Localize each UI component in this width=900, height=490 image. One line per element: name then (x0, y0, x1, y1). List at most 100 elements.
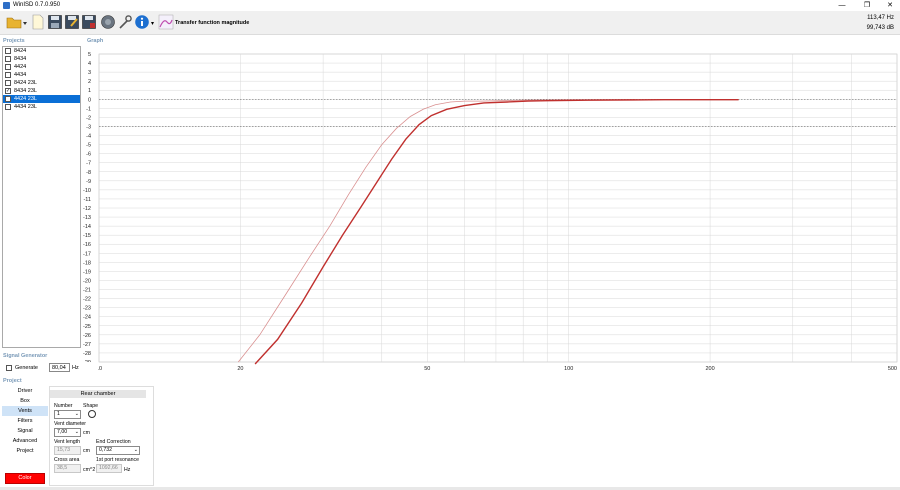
project-item-label: 4424 23L (14, 96, 37, 102)
graph-area[interactable]: 5 4 3 2 1 0 -1 -2 -3 -4 -5 -6 -7 -8 -9 -10 -11 -12 -13 -14 -… (82, 44, 898, 378)
project-checkbox[interactable] (5, 56, 11, 62)
y-tick-label: -14 (83, 224, 91, 230)
vent-length-label: Vent length (54, 439, 80, 445)
project-item[interactable]: ✓ 8434 23L (3, 87, 80, 95)
cross-area-unit: cm^2 (83, 467, 96, 473)
chevron-down-icon: ⌄ (74, 411, 79, 417)
end-correction-select[interactable]: 0,732 ⌄ (96, 446, 140, 455)
app-icon (3, 2, 10, 9)
project-item[interactable]: 8434 (3, 55, 80, 63)
save-all-icon[interactable] (81, 14, 97, 30)
x-tick-label: 50 (424, 366, 430, 372)
project-checkbox[interactable]: ✓ (5, 96, 11, 102)
close-button[interactable]: ✕ (882, 1, 898, 10)
project-item-label: 8424 23L (14, 80, 37, 86)
project-item[interactable]: 4424 (3, 63, 80, 71)
x-tick-label: 200 (705, 366, 714, 372)
chevron-down-icon: ⌄ (74, 429, 79, 435)
nav-item-signal[interactable]: Signal (2, 426, 48, 436)
y-tick-label: -22 (83, 297, 91, 303)
project-checkbox[interactable] (5, 64, 11, 70)
y-tick-label: -23 (83, 306, 91, 312)
y-tick-label: -15 (83, 233, 91, 239)
nav-item-advanced[interactable]: Advanced (2, 436, 48, 446)
driver-icon[interactable] (100, 14, 116, 30)
chevron-down-icon[interactable]: ▾ (151, 20, 154, 27)
transfer-function-chart[interactable]: 5 4 3 2 1 0 -1 -2 -3 -4 -5 -6 -7 -8 -9 -10 -11 -12 -13 -14 -… (82, 44, 898, 378)
new-file-icon[interactable] (30, 14, 46, 30)
info-icon[interactable] (134, 14, 150, 30)
y-tick-label: 4 (88, 61, 91, 67)
window-title: WinISD 0.7.0.950 (13, 2, 61, 8)
project-checkbox[interactable]: ✓ (5, 88, 11, 94)
nav-item-vents[interactable]: Vents (2, 406, 48, 416)
y-tick-label: 1 (88, 88, 91, 94)
y-tick-label: -2 (86, 115, 91, 121)
project-item[interactable]: 8424 23L (3, 79, 80, 87)
plot-margin (82, 362, 98, 378)
project-checkbox[interactable] (5, 72, 11, 78)
vent-diameter-value: 7,00 (57, 429, 68, 435)
graph-icon[interactable] (158, 14, 174, 30)
rear-chamber-header[interactable]: Rear chamber (50, 390, 146, 398)
round-shape-icon[interactable] (88, 410, 96, 418)
port-resonance-unit: Hz (124, 467, 131, 473)
project-item[interactable]: 8424 (3, 47, 80, 55)
open-folder-icon[interactable] (6, 14, 28, 30)
minimize-button[interactable]: — (834, 1, 850, 10)
y-tick-label: -1 (86, 106, 91, 112)
project-item-label: 4424 (14, 64, 27, 70)
save-icon[interactable] (47, 14, 63, 30)
end-correction-label: End Correction (96, 439, 131, 445)
y-tick-label: -4 (86, 134, 91, 140)
end-correction-value: 0,732 (99, 447, 112, 453)
port-resonance-field: 1092,66 (96, 464, 122, 473)
save-as-icon[interactable] (64, 14, 80, 30)
y-tick-label: -18 (83, 260, 91, 266)
tools-icon[interactable] (117, 14, 133, 30)
vent-length-unit: cm (83, 448, 90, 454)
generator-frequency-input[interactable]: 80,04 (49, 363, 70, 372)
project-label: Project (3, 378, 22, 384)
port-resonance-label: 1st port resonance (96, 457, 139, 463)
projects-list: 8424 8434 4424 4434 8424 23L ✓ 8434 23L ✓ 4424 2… (2, 46, 81, 348)
project-item-label: 8434 (14, 56, 27, 62)
cursor-level-readout: 99,743 dB (866, 25, 894, 31)
x-tick-label: 500 (888, 366, 897, 372)
project-item-label: 8434 23L (14, 88, 37, 94)
nav-item-project[interactable]: Project (2, 446, 48, 456)
y-tick-label: -17 (83, 251, 91, 257)
y-tick-label: -3 (86, 124, 91, 130)
x-tick-label: 100 (564, 366, 573, 372)
vent-diameter-select[interactable]: 7,00 ⌄ (54, 428, 81, 437)
project-item[interactable]: 4434 23L (3, 103, 80, 111)
vent-diameter-label: Vent diameter (54, 421, 87, 427)
color-button[interactable]: Color (5, 473, 45, 484)
restore-button[interactable]: ❐ (859, 1, 875, 10)
project-checkbox[interactable] (5, 80, 11, 86)
y-tick-label: -28 (83, 351, 91, 357)
signal-generator-label: Signal Generator (3, 353, 48, 359)
y-tick-label: -12 (83, 206, 91, 212)
project-checkbox[interactable] (5, 48, 11, 54)
y-tick-label: -25 (83, 324, 91, 330)
project-item[interactable]: 4434 (3, 71, 80, 79)
y-tick-label: -16 (83, 242, 91, 248)
generator-frequency-unit: Hz (72, 365, 79, 371)
generate-checkbox[interactable] (6, 365, 12, 371)
nav-item-box[interactable]: Box (2, 396, 48, 406)
project-checkbox[interactable] (5, 104, 11, 110)
y-tick-label: 5 (88, 52, 91, 58)
nav-item-driver[interactable]: Driver (2, 386, 48, 396)
generate-label: Generate (15, 365, 38, 371)
title-bar: WinISD 0.7.0.950 — ❐ ✕ (0, 0, 900, 11)
graph-type-label: Transfer function magnitude (175, 20, 250, 26)
vents-panel: Rear chamber Number Shape 1 ⌄ Vent diamet… (49, 386, 154, 486)
y-tick-label: 2 (88, 79, 91, 85)
nav-item-filters[interactable]: Filters (2, 416, 48, 426)
project-item[interactable]: ✓ 4424 23L (3, 95, 80, 103)
number-label: Number (54, 403, 73, 409)
cross-area-label: Cross area (54, 457, 80, 463)
y-tick-label: -24 (83, 315, 91, 321)
vent-number-select[interactable]: 1 ⌄ (54, 410, 81, 419)
